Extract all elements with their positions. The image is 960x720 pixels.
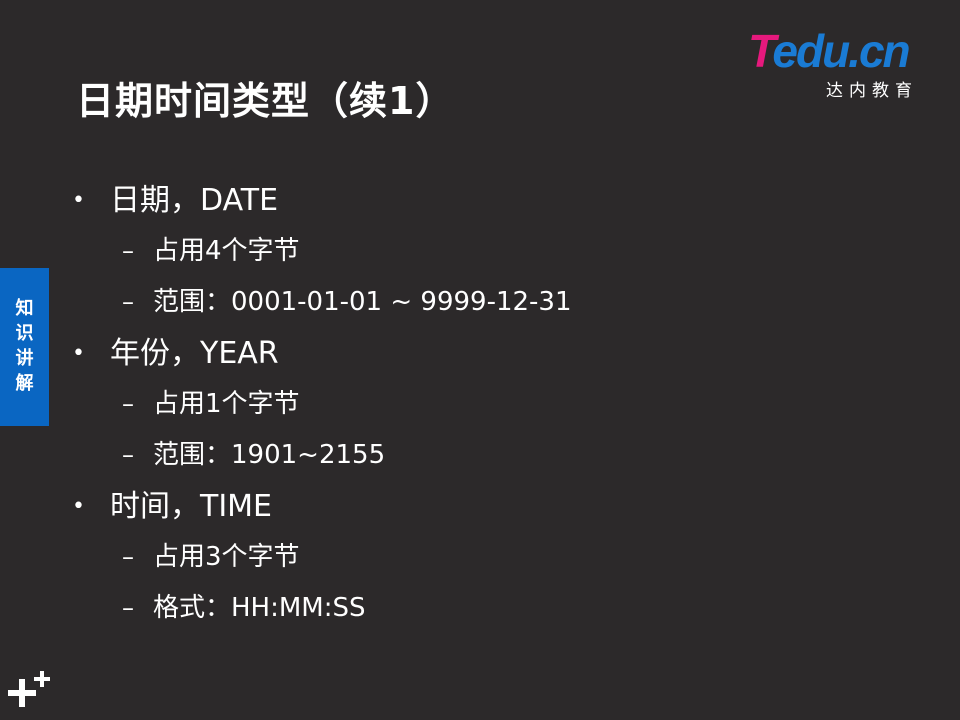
bullet-text: 年份，YEAR [110, 336, 279, 371]
side-tab-char: 解 [15, 373, 34, 394]
side-tab-knowledge: 知 识 讲 解 [0, 268, 49, 426]
sub-item: – 范围：0001-01-01 ~ 9999-12-31 [72, 277, 932, 328]
bullet-icon: • [72, 188, 85, 213]
slide: 日期时间类型（续1） Tedu.cn 达内教育 知 识 讲 解 • 日期，DAT… [0, 0, 960, 720]
logo-wordmark: Tedu.cn [748, 25, 911, 77]
bullet-icon: • [72, 341, 85, 366]
sub-item: – 格式：HH:MM:SS [72, 583, 932, 634]
logo-domain: edu.cn [772, 25, 910, 77]
sub-item: – 占用4个字节 [72, 226, 932, 277]
side-tab-label: 知 识 讲 解 [0, 296, 49, 396]
bullet-icon: • [72, 494, 85, 519]
plus-cross-icon [8, 671, 50, 707]
logo-letter-t: T [748, 25, 774, 77]
sub-item-text: 占用1个字节 [153, 389, 300, 419]
dash-icon: – [122, 237, 134, 265]
dash-icon: – [122, 288, 134, 316]
sub-item: – 占用1个字节 [72, 379, 932, 430]
side-tab-char: 讲 [15, 348, 34, 369]
tedu-logo: Tedu.cn 达内教育 [748, 25, 928, 101]
dash-icon: – [122, 543, 134, 571]
sub-item: – 占用3个字节 [72, 532, 932, 583]
sub-item-text: 占用3个字节 [153, 542, 300, 572]
logo-subtitle: 达内教育 [826, 81, 918, 101]
slide-title: 日期时间类型（续1） [76, 79, 455, 123]
dash-icon: – [122, 390, 134, 418]
sub-item-text: 格式：HH:MM:SS [153, 593, 366, 623]
sub-item: – 范围：1901~2155 [72, 430, 932, 481]
bullet-item-year: • 年份，YEAR [72, 328, 932, 379]
sub-item-text: 范围：1901~2155 [153, 440, 386, 470]
sub-item-text: 范围：0001-01-01 ~ 9999-12-31 [153, 287, 572, 317]
bullet-item-date: • 日期，DATE [72, 175, 932, 226]
sub-item-text: 占用4个字节 [153, 236, 300, 266]
dash-icon: – [122, 441, 134, 469]
bullet-list: • 日期，DATE – 占用4个字节 – 范围：0001-01-01 ~ 999… [72, 175, 932, 634]
side-tab-char: 知 [15, 298, 34, 319]
bullet-text: 日期，DATE [110, 183, 279, 218]
side-tab-char: 识 [15, 323, 34, 344]
bullet-item-time: • 时间，TIME [72, 481, 932, 532]
dash-icon: – [122, 594, 134, 622]
bullet-text: 时间，TIME [110, 489, 273, 524]
